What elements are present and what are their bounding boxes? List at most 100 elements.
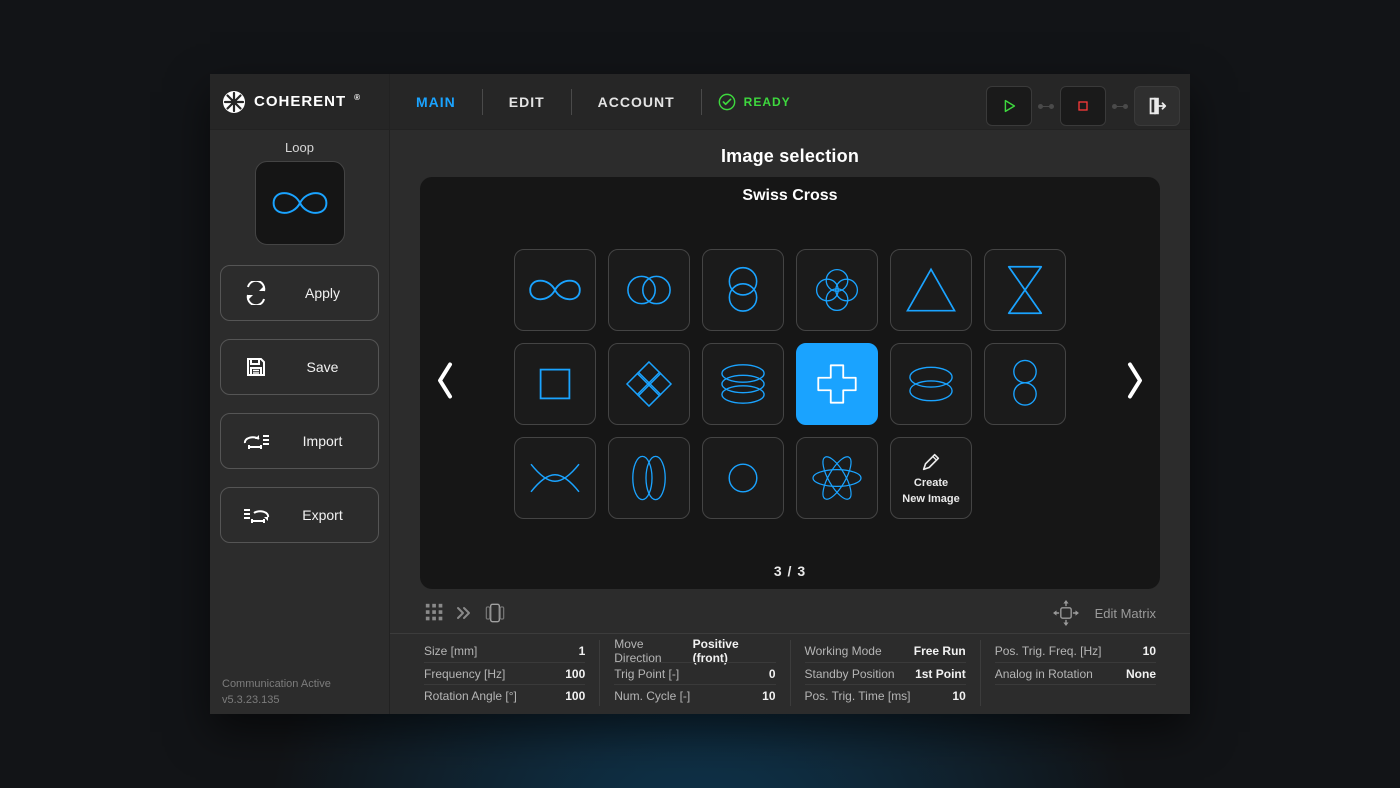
param-key: Standby Position [805, 667, 895, 681]
pager: 3 / 3 [480, 563, 1100, 579]
import-icon [241, 429, 271, 453]
infinity-icon [524, 270, 586, 310]
save-icon [244, 355, 268, 379]
play-icon [1000, 97, 1018, 115]
apply-icon [242, 281, 270, 305]
shape-tile-diamond4[interactable] [608, 343, 690, 425]
pencil-icon [920, 451, 942, 473]
edit-matrix-label: Edit Matrix [1095, 606, 1156, 621]
shape-tile-lens2tall[interactable] [608, 437, 690, 519]
pattern-stack-icon[interactable] [482, 600, 508, 626]
param-row: Frequency [Hz] 100 [424, 662, 585, 684]
brand-dot: ® [354, 93, 361, 102]
shape-tile-dna[interactable] [514, 437, 596, 519]
param-row: Pos. Trig. Time [ms]10 [805, 684, 966, 706]
edit-matrix-icon [1047, 598, 1085, 628]
apply-label: Apply [279, 285, 366, 301]
chevron-right-icon [1124, 361, 1146, 401]
param-value: 1 [579, 644, 586, 658]
apply-button[interactable]: Apply [220, 265, 379, 321]
shape-tile-venn2[interactable] [608, 249, 690, 331]
stop-button[interactable] [1060, 86, 1106, 126]
param-row: Standby Position 1st Point [805, 662, 966, 684]
param-key: Move Direction [614, 637, 692, 665]
nav-edit[interactable]: EDIT [483, 88, 571, 116]
main: Image selection Swiss Cross [390, 130, 1190, 714]
selected-shape-name: Swiss Cross [480, 187, 1100, 205]
params-panel: Size [mm] 1 Frequency [Hz] 100 Rotation An… [390, 633, 1190, 714]
export-button[interactable]: Export [220, 487, 379, 543]
status-ok-icon [718, 93, 736, 111]
stack-rings-icon [712, 355, 774, 413]
shape-tile-stackrings[interactable] [702, 343, 784, 425]
loop-preview-tile[interactable] [255, 161, 345, 245]
shape-tile-circle[interactable] [702, 437, 784, 519]
import-button[interactable]: Import [220, 413, 379, 469]
action-connector [1114, 106, 1126, 107]
shape-tile-atom[interactable] [796, 437, 878, 519]
lens2h-icon [900, 359, 962, 409]
brand: COHERENT ® [210, 74, 390, 130]
param-key: Trig Point [-] [614, 667, 679, 681]
shape-tile-lens2v[interactable] [984, 343, 1066, 425]
square-icon [531, 360, 579, 408]
lens2v-icon [1003, 353, 1047, 415]
exit-button[interactable] [1134, 86, 1180, 126]
create-label-1: Create [914, 477, 948, 489]
param-value: 10 [762, 689, 775, 703]
nav-account[interactable]: ACCOUNT [572, 88, 701, 116]
header-bar: COHERENT ® MAIN EDIT ACCOUNT READY [210, 74, 1190, 130]
venn2-icon [618, 265, 680, 315]
edit-matrix-button[interactable]: Edit Matrix [1047, 598, 1156, 628]
param-key: Pos. Trig. Time [ms] [805, 689, 911, 703]
param-value: 1st Point [915, 667, 966, 681]
brand-logo-icon [222, 90, 246, 114]
export-label: Export [279, 507, 366, 523]
stop-icon [1075, 98, 1091, 114]
grid-icon[interactable] [424, 602, 446, 624]
param-value: 100 [565, 667, 585, 681]
params-col-2: Move DirectionPositive (front) Trig Poin… [599, 640, 789, 706]
param-value: Positive (front) [693, 637, 776, 665]
triangle-icon [903, 264, 959, 316]
shape-tile-flower4[interactable] [796, 249, 878, 331]
action-connector [1040, 106, 1052, 107]
param-key: Size [mm] [424, 644, 477, 658]
nav-main[interactable]: MAIN [390, 88, 482, 116]
shape-tile-triangle[interactable] [890, 249, 972, 331]
page-next[interactable] [1124, 361, 1146, 406]
shape-tile-lens2h[interactable] [890, 343, 972, 425]
body: Loop Apply [210, 130, 1190, 714]
play-button[interactable] [986, 86, 1032, 126]
nav: MAIN EDIT ACCOUNT READY [390, 74, 807, 129]
shape-tile-infinity[interactable] [514, 249, 596, 331]
param-key: Frequency [Hz] [424, 667, 505, 681]
param-row: Move DirectionPositive (front) [614, 640, 775, 662]
version-label: v5.3.23.135 [222, 694, 379, 706]
sidebar: Loop Apply [210, 130, 390, 714]
atom-icon [807, 448, 867, 508]
param-key: Rotation Angle [°] [424, 689, 517, 703]
shape-tile-venn2v[interactable] [702, 249, 784, 331]
swiss-cross-icon [811, 358, 863, 410]
create-new-image-tile[interactable]: Create New Image [890, 437, 972, 519]
status-label: READY [744, 95, 791, 109]
comm-status: Communication Active [222, 678, 379, 690]
params-col-1: Size [mm] 1 Frequency [Hz] 100 Rotation An… [410, 640, 599, 706]
import-label: Import [279, 433, 366, 449]
param-key [995, 689, 998, 703]
header-actions [986, 86, 1180, 126]
shape-grid: Create New Image [480, 215, 1100, 553]
circle-icon [720, 455, 766, 501]
param-row [995, 684, 1156, 706]
shape-tile-swiss-cross[interactable] [796, 343, 878, 425]
param-value: Free Run [914, 644, 966, 658]
param-row: Size [mm] 1 [424, 640, 585, 662]
shape-tile-hourglass[interactable] [984, 249, 1066, 331]
chevron-left-icon [434, 361, 456, 401]
save-button[interactable]: Save [220, 339, 379, 395]
shape-tile-square[interactable] [514, 343, 596, 425]
save-label: Save [279, 359, 366, 375]
param-key: Working Mode [805, 644, 882, 658]
page-prev[interactable] [434, 361, 456, 406]
